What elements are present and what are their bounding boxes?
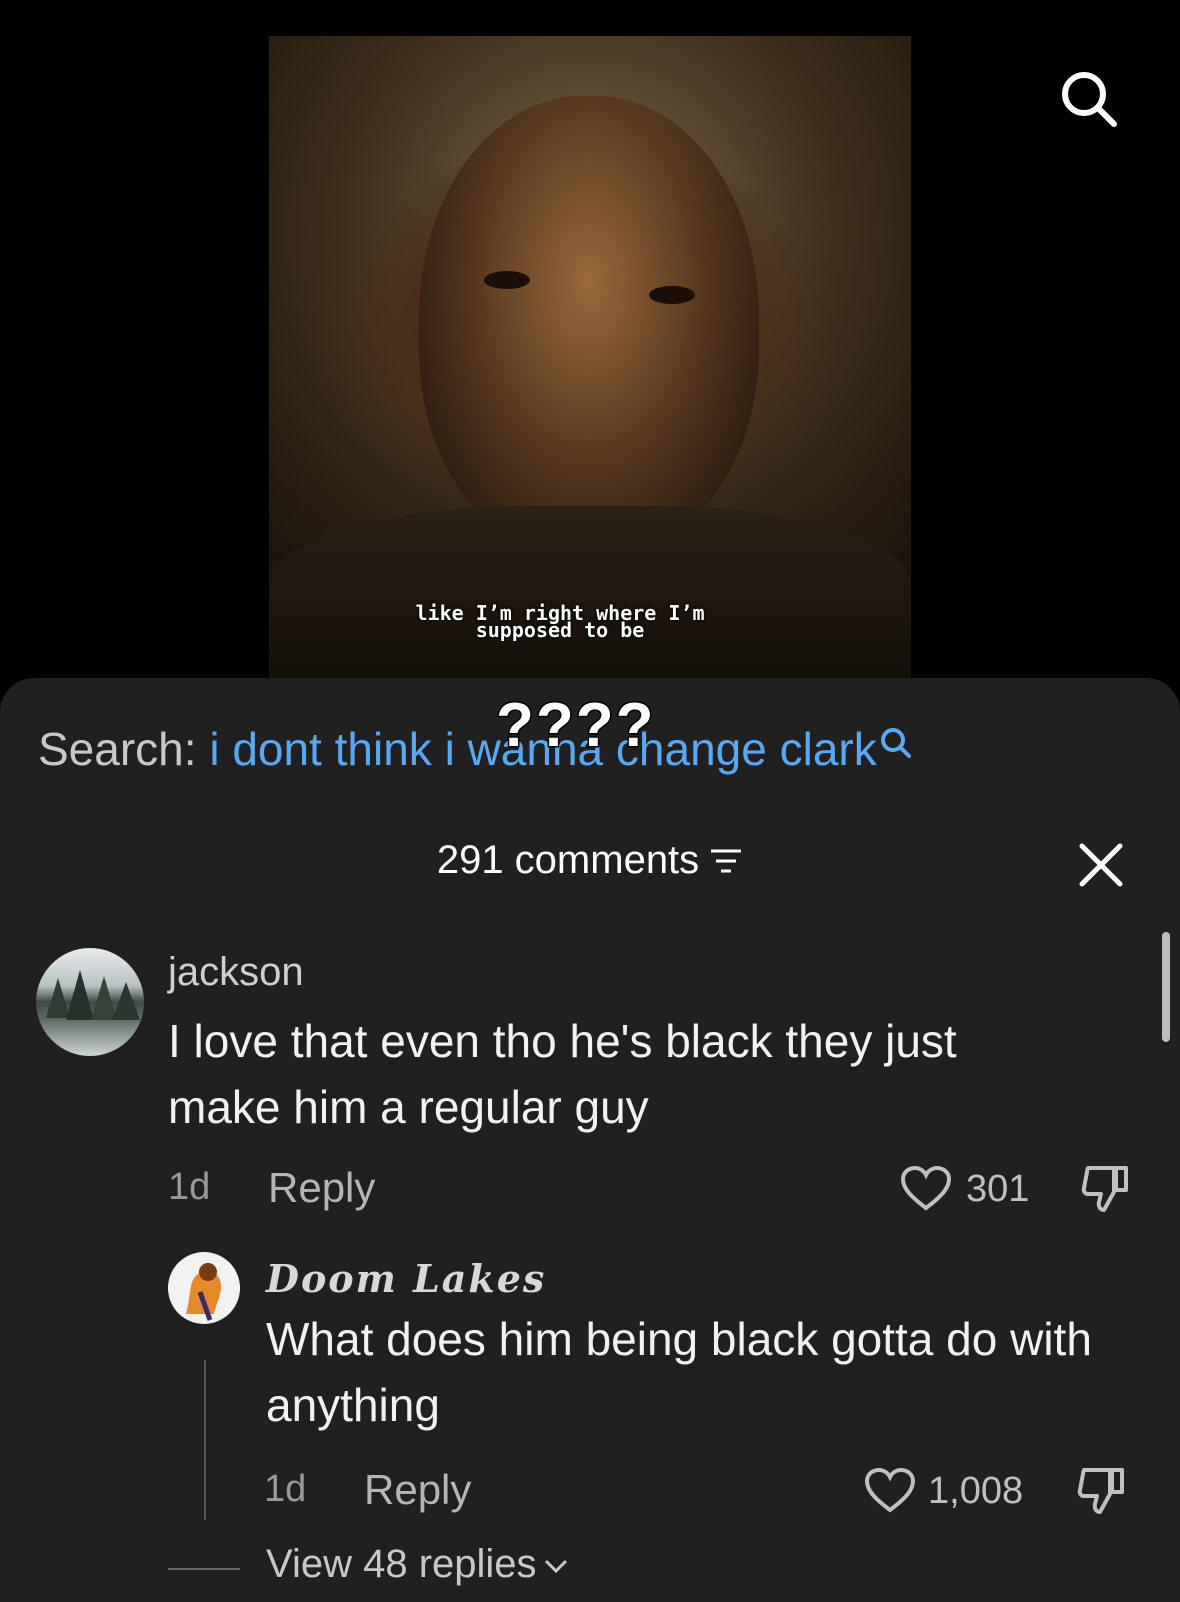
video-frame-subject	[419, 96, 759, 556]
comments-count: 291 comments	[436, 838, 700, 882]
reply-button[interactable]: Reply	[364, 1466, 471, 1514]
video-player[interactable]: like I’m right where I’m supposed to be	[269, 36, 911, 686]
comment-username[interactable]: Doom Lakes	[266, 1256, 546, 1301]
scrollbar[interactable]	[1162, 932, 1170, 1042]
comment-age: 1d	[264, 1468, 307, 1510]
video-frame-detail	[649, 286, 695, 304]
like-count: 1,008	[928, 1470, 1024, 1512]
search-icon[interactable]	[1060, 70, 1120, 130]
search-suggestion[interactable]: Search: i dont think i wanna change clar…	[38, 722, 915, 776]
comment-text: What does him being black gotta do with …	[266, 1313, 1092, 1431]
video-frame-detail	[269, 506, 911, 686]
avatar[interactable]	[36, 948, 144, 1056]
dislike-icon[interactable]	[1080, 1164, 1132, 1219]
view-replies-label: View 48 replies	[266, 1542, 537, 1586]
divider	[168, 1568, 240, 1570]
comment-text: I love that even tho he's black they jus…	[168, 1015, 957, 1133]
comment-age: 1d	[168, 1166, 211, 1208]
overlay-question-marks: ????	[495, 690, 656, 762]
view-replies-button[interactable]: View 48 replies	[266, 1542, 569, 1587]
search-small-icon	[880, 728, 911, 758]
dislike-icon[interactable]	[1076, 1466, 1128, 1521]
avatar[interactable]	[168, 1252, 240, 1324]
heart-icon[interactable]	[864, 1467, 916, 1519]
sort-icon[interactable]	[709, 840, 743, 885]
like-count: 301	[966, 1168, 1030, 1210]
close-icon[interactable]	[1078, 842, 1124, 888]
video-frame-detail	[484, 271, 530, 289]
comments-sheet	[0, 678, 1180, 1602]
chevron-down-icon	[544, 1560, 567, 1574]
comments-header: 291 comments	[0, 838, 1180, 885]
search-label: Search:	[38, 723, 197, 775]
thread-line	[204, 1360, 206, 1520]
heart-icon[interactable]	[900, 1165, 952, 1217]
comment-username[interactable]: jackson	[168, 950, 304, 995]
video-caption-line2: supposed to be	[475, 618, 645, 642]
reply-button[interactable]: Reply	[268, 1164, 375, 1212]
